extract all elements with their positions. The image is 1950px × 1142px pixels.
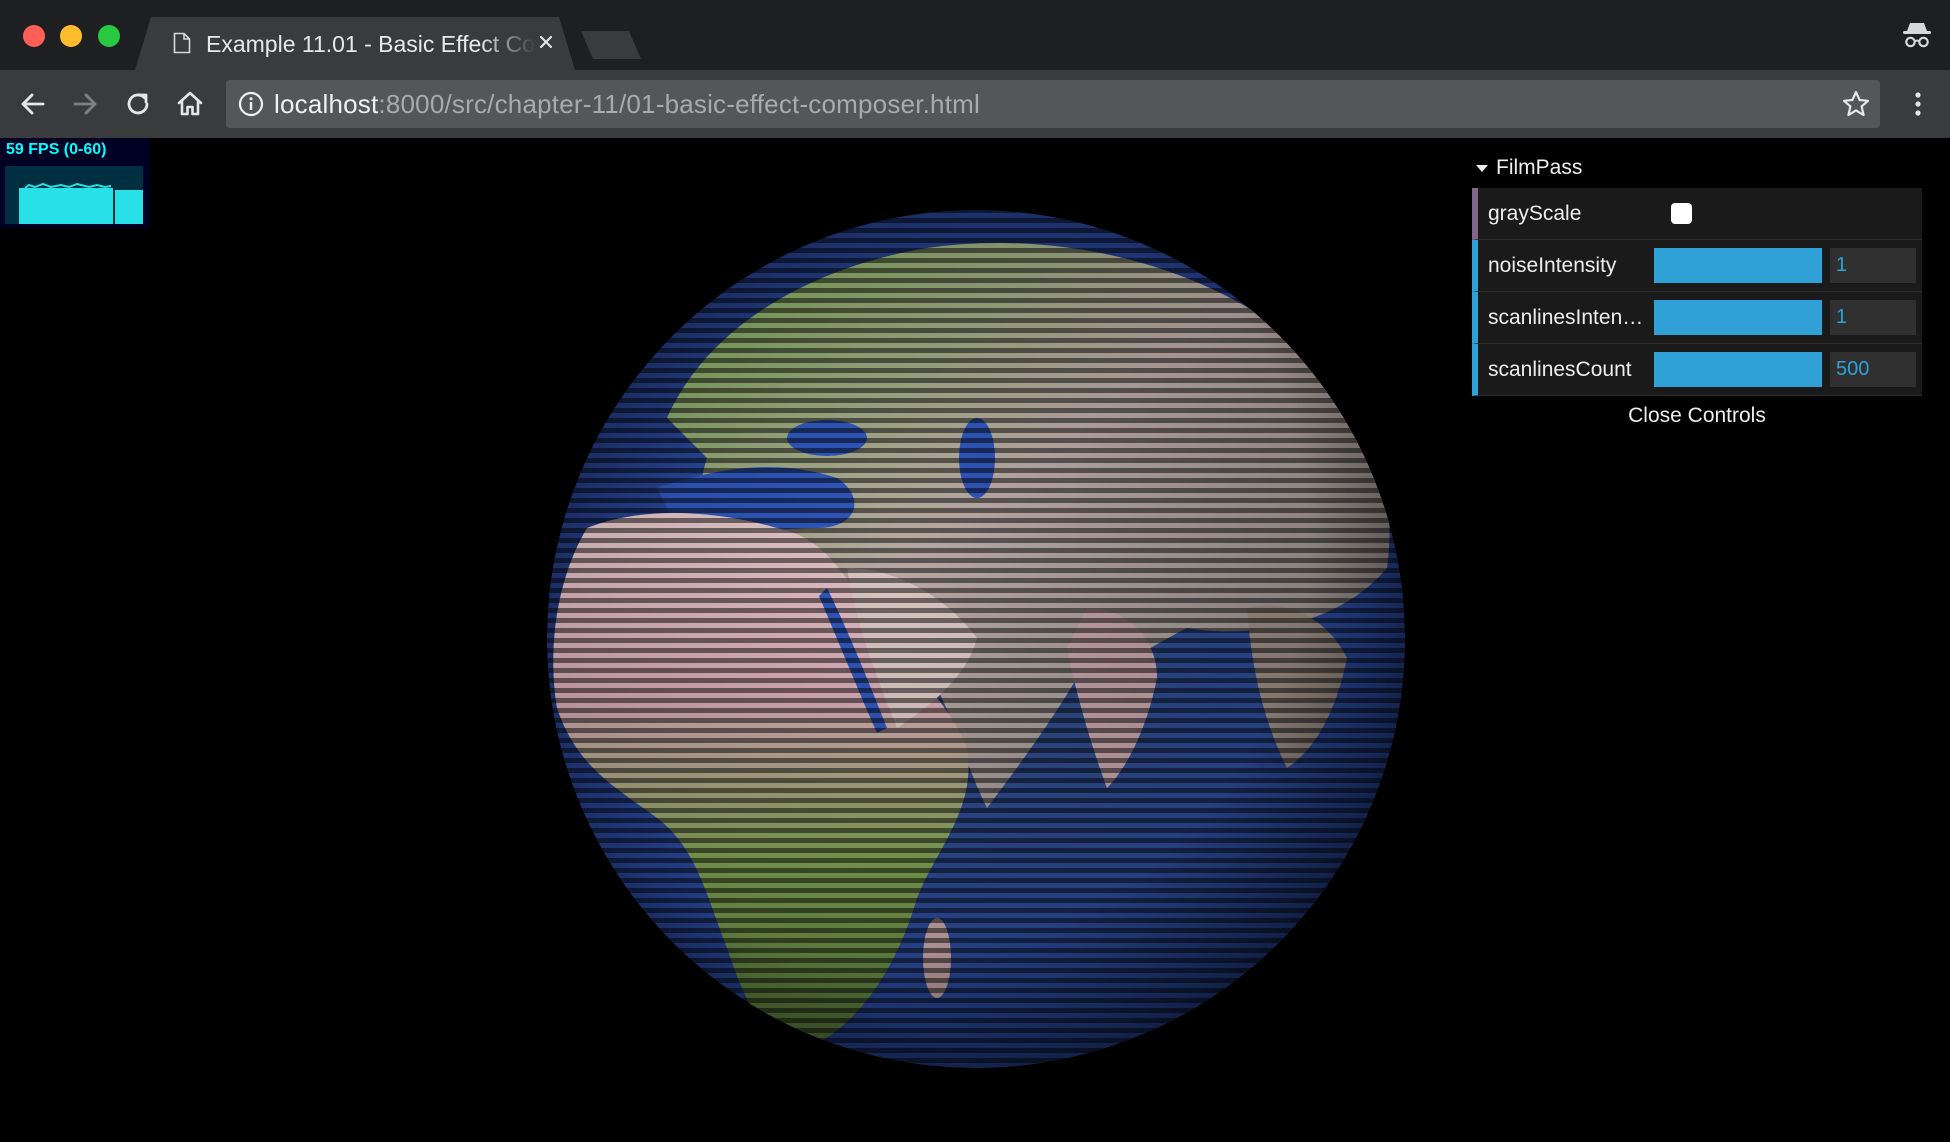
bookmark-star-icon[interactable]	[1841, 89, 1871, 119]
incognito-icon	[1903, 23, 1931, 48]
reload-icon	[127, 93, 149, 115]
slider-fill	[1654, 352, 1822, 387]
control-row-scanlines-count: scanlinesCount 500	[1472, 344, 1922, 396]
new-tab-button[interactable]	[581, 31, 641, 59]
tab-bar: Example 11.01 - Basic Effect Composer	[0, 0, 1950, 70]
webgl-canvas[interactable]: 59 FPS (0-60) FilmPass grayScale noiseIn…	[0, 138, 1950, 1142]
tab-active[interactable]: Example 11.01 - Basic Effect Composer	[135, 17, 575, 70]
control-row-noise-intensity: noiseIntensity 1	[1472, 240, 1922, 292]
slider-fill	[1654, 248, 1822, 283]
scanlines-intensity-slider[interactable]	[1654, 300, 1822, 335]
control-row-grayscale: grayScale	[1472, 188, 1922, 240]
back-arrow-icon	[21, 93, 45, 115]
controls-panel: FilmPass grayScale noiseIntensity 1 scan…	[1472, 148, 1922, 436]
tab-close-icon[interactable]	[535, 31, 557, 53]
noise-intensity-slider[interactable]	[1654, 248, 1822, 283]
window-maximize-button[interactable]	[98, 25, 120, 47]
window-close-button[interactable]	[23, 25, 45, 47]
fps-graph	[5, 166, 143, 224]
forward-arrow-icon	[73, 93, 97, 115]
tab-title: Example 11.01 - Basic Effect Composer	[206, 31, 536, 57]
close-controls-button[interactable]: Close Controls	[1472, 396, 1922, 436]
caret-down-icon	[1476, 165, 1488, 172]
url-host: localhost	[274, 89, 379, 119]
folder-filmpass[interactable]: FilmPass	[1472, 148, 1922, 188]
scanlines-count-slider[interactable]	[1654, 352, 1822, 387]
reload-button[interactable]	[120, 86, 156, 122]
window-minimize-button[interactable]	[60, 25, 82, 47]
control-label: noiseIntensity	[1488, 254, 1617, 277]
url-text: localhost:8000/src/chapter-11/01-basic-e…	[274, 88, 980, 120]
noise-intensity-input[interactable]: 1	[1830, 248, 1916, 283]
home-icon	[177, 91, 203, 116]
control-label: scanlinesIntensity	[1488, 306, 1648, 329]
control-row-scanlines-intensity: scanlinesIntensity 1	[1472, 292, 1922, 344]
control-label: scanlinesCount	[1488, 358, 1632, 381]
fps-stats-panel[interactable]: 59 FPS (0-60)	[0, 138, 150, 228]
grayscale-checkbox[interactable]	[1671, 203, 1692, 224]
scanlines-count-input[interactable]: 500	[1830, 352, 1916, 387]
back-button[interactable]	[15, 86, 51, 122]
control-label: grayScale	[1488, 202, 1582, 225]
home-button[interactable]	[172, 86, 208, 122]
browser-toolbar: localhost:8000/src/chapter-11/01-basic-e…	[0, 70, 1950, 138]
kebab-menu-icon[interactable]	[1900, 86, 1936, 122]
fps-label: 59 FPS (0-60)	[6, 141, 107, 158]
address-bar[interactable]: localhost:8000/src/chapter-11/01-basic-e…	[226, 80, 1880, 128]
scanlines-intensity-input[interactable]: 1	[1830, 300, 1916, 335]
page-icon	[173, 32, 191, 54]
slider-fill	[1654, 300, 1822, 335]
url-path: :8000/src/chapter-11/01-basic-effect-com…	[378, 89, 980, 119]
folder-title: FilmPass	[1496, 156, 1583, 179]
info-icon[interactable]	[238, 91, 264, 117]
browser-window: Example 11.01 - Basic Effect Composer	[0, 0, 1950, 1142]
earth-globe	[547, 210, 1405, 1068]
forward-button[interactable]	[67, 86, 103, 122]
